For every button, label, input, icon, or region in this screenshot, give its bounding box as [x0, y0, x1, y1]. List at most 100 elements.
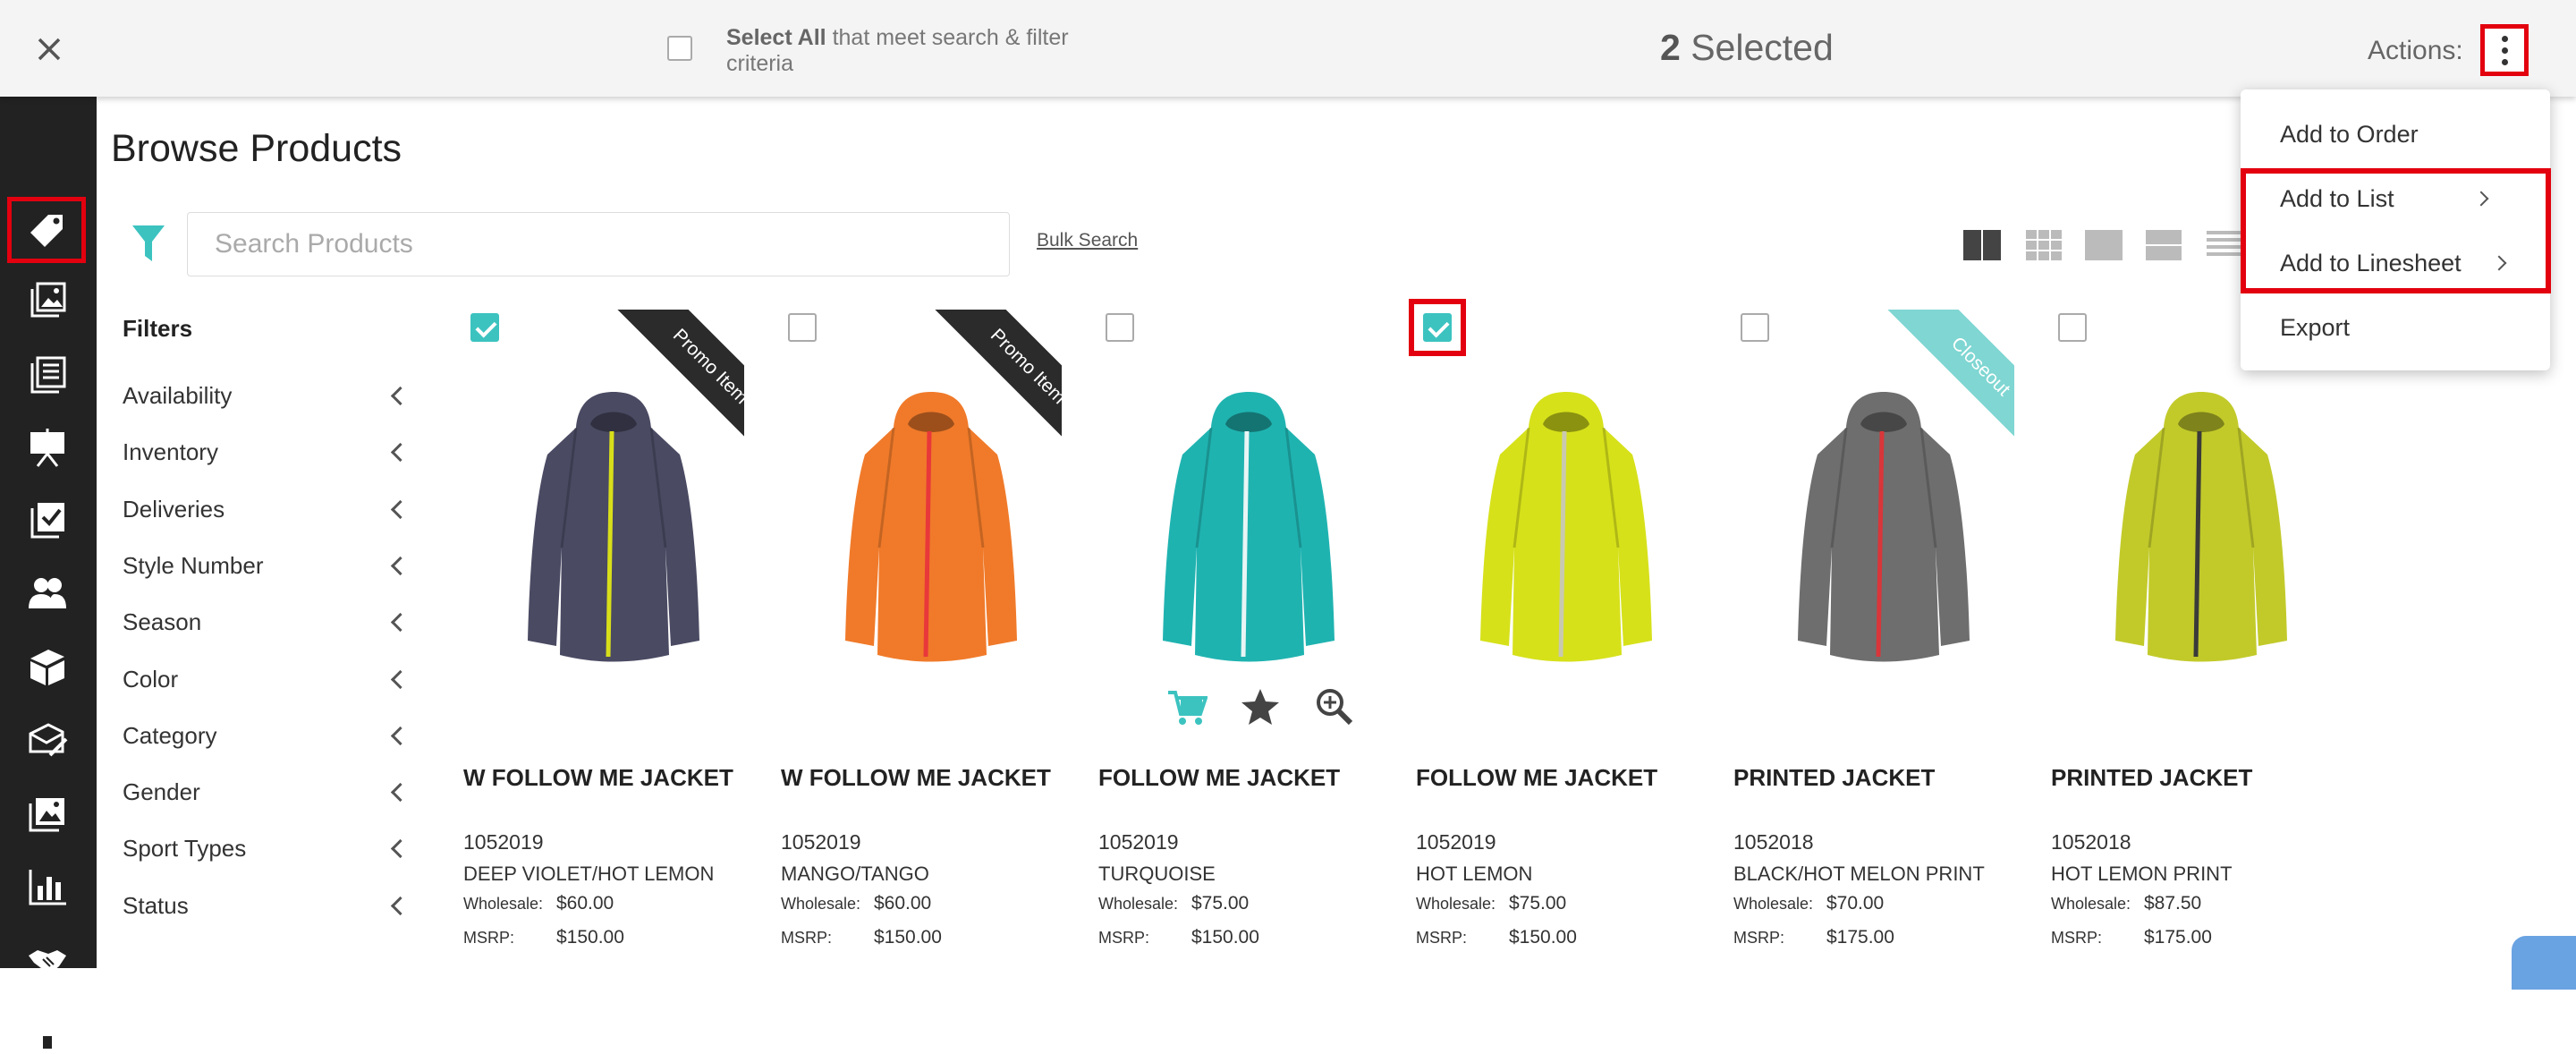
product-color: HOT LEMON PRINT — [2051, 863, 2233, 885]
product-name: W FOLLOW ME JACKET — [463, 764, 733, 791]
filter-style-number[interactable]: Style Number — [123, 548, 418, 583]
filter-deliveries[interactable]: Deliveries — [123, 491, 418, 527]
msrp-label: MSRP: — [1098, 929, 1150, 947]
product-name: FOLLOW ME JACKET — [1416, 764, 1658, 791]
wholesale-label: Wholesale: — [1416, 895, 1496, 913]
menu-item-export[interactable]: Export — [2280, 314, 2350, 342]
wholesale-price: $60.00 — [556, 893, 614, 914]
filter-label: Category — [123, 721, 217, 749]
filters-heading: Filters — [123, 315, 193, 342]
actions-label: Actions: — [2368, 36, 2463, 65]
product-checkbox[interactable] — [1423, 313, 1452, 342]
filter-sport-types[interactable]: Sport Types — [123, 830, 418, 866]
storefront-icon[interactable] — [27, 1013, 68, 1054]
filter-category[interactable]: Category — [123, 718, 418, 753]
zoom-in-icon[interactable] — [1315, 687, 1354, 727]
wholesale-price: $60.00 — [874, 893, 932, 914]
product-image[interactable] — [515, 372, 712, 667]
filter-availability[interactable]: Availability — [123, 378, 418, 413]
product-name: W FOLLOW ME JACKET — [781, 764, 1051, 791]
single-view-icon[interactable] — [2084, 229, 2123, 261]
select-all-checkbox[interactable] — [667, 36, 692, 61]
selected-number: 2 — [1660, 27, 1681, 68]
filter-label: Sport Types — [123, 835, 247, 863]
chevron-left-icon — [390, 669, 411, 689]
product-card: Promo Item W FOLLOW ME JACKET 1052019 DEEP … — [463, 301, 767, 968]
wholesale-label: Wholesale: — [463, 895, 544, 913]
actions-menu-button[interactable] — [2480, 24, 2529, 76]
tag-icon[interactable] — [27, 209, 68, 251]
product-checkbox[interactable] — [2058, 313, 2087, 342]
customers-icon[interactable] — [27, 573, 68, 614]
large-grid-view-icon[interactable] — [1962, 229, 2002, 261]
selected-label: Selected — [1680, 27, 1834, 68]
filter-inventory[interactable]: Inventory — [123, 434, 418, 470]
filter-icon[interactable] — [131, 222, 166, 265]
product-checkbox[interactable] — [470, 313, 499, 342]
menu-item-add-to-list[interactable]: Add to List — [2280, 185, 2394, 213]
product-name: FOLLOW ME JACKET — [1098, 764, 1341, 791]
wholesale-label: Wholesale: — [781, 895, 861, 913]
filter-season[interactable]: Season — [123, 604, 418, 640]
filter-status[interactable]: Status — [123, 888, 418, 923]
dot — [2502, 59, 2508, 65]
wholesale-price: $75.00 — [1509, 893, 1567, 914]
product-card: PRINTED JACKET 1052018 HOT LEMON PRINT Whol… — [2051, 301, 2355, 968]
help-badge[interactable] — [2512, 936, 2576, 990]
product-image[interactable] — [2103, 372, 2300, 667]
product-number: 1052019 — [1416, 830, 1496, 854]
reports-icon[interactable] — [27, 866, 68, 907]
star-icon[interactable] — [1240, 687, 1281, 727]
presentation-icon[interactable] — [27, 427, 68, 468]
product-color: MANGO/TANGO — [781, 863, 929, 885]
product-color: DEEP VIOLET/HOT LEMON — [463, 863, 715, 885]
msrp-label: MSRP: — [1416, 929, 1468, 947]
images-icon[interactable] — [27, 793, 68, 834]
product-image[interactable] — [833, 372, 1030, 667]
chevron-left-icon — [390, 443, 411, 463]
lookbook-icon[interactable] — [27, 280, 68, 321]
wholesale-price: $70.00 — [1826, 893, 1885, 914]
product-color: HOT LEMON — [1416, 863, 1533, 885]
product-image[interactable] — [1785, 372, 1982, 667]
handshake-icon[interactable] — [27, 939, 68, 981]
cart-icon[interactable] — [1166, 689, 1208, 727]
product-hover-actions — [1141, 685, 1356, 730]
bulk-search-link[interactable]: Bulk Search — [1037, 230, 1138, 251]
filter-label: Style Number — [123, 551, 264, 579]
actions-dropdown: Add to Order Add to List Add to Lineshee… — [2241, 89, 2550, 370]
msrp-price: $150.00 — [1509, 927, 1577, 948]
filter-gender[interactable]: Gender — [123, 774, 418, 810]
page-title: Browse Products — [111, 127, 402, 170]
catalog-icon[interactable] — [27, 354, 68, 395]
selected-count: 2 Selected — [1660, 27, 1834, 69]
filter-label: Deliveries — [123, 495, 225, 523]
msrp-price: $150.00 — [874, 927, 942, 948]
small-grid-view-icon[interactable] — [2025, 229, 2063, 261]
product-name: PRINTED JACKET — [2051, 764, 2253, 791]
product-checkbox[interactable] — [1106, 313, 1134, 342]
product-color: BLACK/HOT MELON PRINT — [1733, 863, 1985, 885]
wholesale-label: Wholesale: — [1098, 895, 1179, 913]
checklist-icon[interactable] — [27, 499, 68, 540]
menu-item-add-to-order[interactable]: Add to Order — [2280, 121, 2419, 149]
wholesale-label: Wholesale: — [1733, 895, 1814, 913]
product-card: Closeout PRINTED JACKET 1052018 BLACK/HOT M… — [1733, 301, 2038, 968]
detail-list-view-icon[interactable] — [2206, 229, 2241, 261]
menu-item-add-to-linesheet[interactable]: Add to Linesheet — [2280, 250, 2462, 277]
filter-color[interactable]: Color — [123, 661, 418, 697]
list-view-icon[interactable] — [2145, 229, 2182, 261]
close-icon[interactable] — [30, 30, 68, 68]
sales-message-icon[interactable] — [27, 719, 68, 761]
product-checkbox[interactable] — [1741, 313, 1769, 342]
dot — [2502, 36, 2508, 42]
filter-label: Availability — [123, 382, 233, 409]
chevron-left-icon — [390, 839, 411, 859]
chevron-left-icon — [390, 896, 411, 915]
search-input[interactable] — [187, 212, 1010, 276]
product-image[interactable] — [1150, 372, 1347, 667]
product-image[interactable] — [1468, 372, 1665, 667]
product-number: 1052019 — [781, 830, 861, 854]
package-icon[interactable] — [27, 646, 68, 687]
product-checkbox[interactable] — [788, 313, 817, 342]
